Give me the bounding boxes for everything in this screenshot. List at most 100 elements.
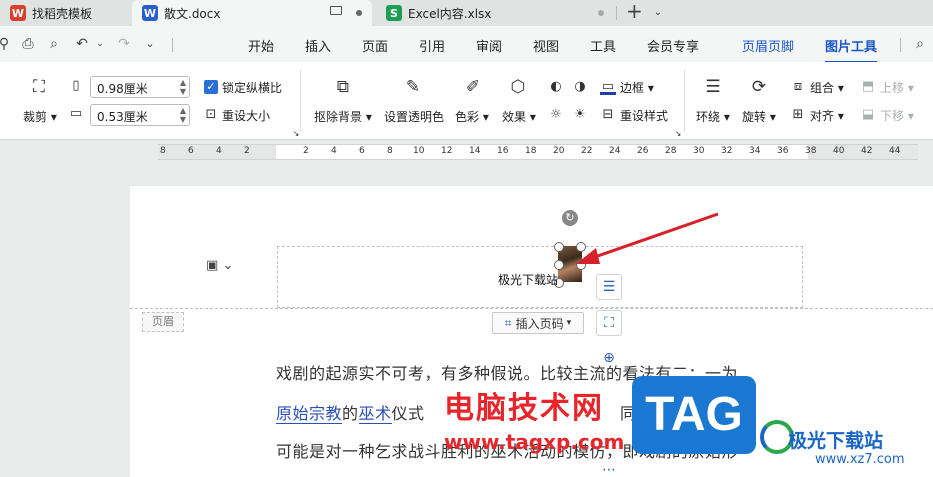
rotate-button[interactable]: 旋转 ▾ (742, 108, 776, 125)
tab-sanwen-docx[interactable]: W 散文.docx (132, 0, 372, 26)
wrap-button[interactable]: 环绕 ▾ (696, 108, 730, 125)
watermark-jiguang-url: www.xz7.com (815, 452, 905, 467)
stepper-arrows-icon[interactable]: ▲ ▼ (180, 78, 186, 96)
align-icon[interactable]: ⊞ (790, 107, 806, 123)
menu-picture-tools[interactable]: 图片工具 (825, 36, 878, 63)
search-icon[interactable]: ⌕ (912, 36, 928, 52)
brightness-down-icon[interactable]: ☀ (572, 107, 588, 123)
set-transparent-button[interactable]: 设置透明色 (384, 108, 444, 125)
menu-divider (900, 38, 901, 52)
rotate-icon[interactable]: ⟳ (748, 76, 770, 98)
remove-background-button[interactable]: 抠除背景 ▾ (314, 108, 372, 125)
ribbon-divider (684, 70, 685, 132)
ruler-tick-label: 44 (889, 146, 901, 156)
tab-label: 散文.docx (164, 6, 221, 21)
undo-icon[interactable]: ↶ (74, 36, 90, 52)
header-layout-icon[interactable]: ▣ ⌄ (206, 258, 236, 276)
group-button[interactable]: 组合 ▾ (810, 79, 844, 96)
redo-icon[interactable]: ↷ (116, 36, 132, 52)
ribbon-picture-tools: ⛶ 裁剪 ▾ ▯ 0.98厘米 ▲ ▼ ▭ 0.53厘米 ▲ ▼ ✓ 锁定纵横比 ⊡ 重… (0, 62, 933, 140)
bring-forward-icon[interactable]: ⬒ (860, 79, 876, 95)
tab-excel-xlsx[interactable]: S Excel内容.xlsx (376, 0, 614, 26)
bring-forward-button[interactable]: 上移 ▾ (880, 79, 914, 96)
paragraph-line[interactable]: 原始宗教的巫术仪式 同源， (276, 400, 669, 424)
remove-background-icon[interactable]: ⧉ (332, 76, 354, 98)
ruler-tick-label: 26 (637, 146, 649, 156)
print-preview-icon[interactable]: ⌕ (46, 36, 62, 52)
group-icon[interactable]: ⧈ (790, 79, 806, 95)
effects-button[interactable]: 效果 ▾ (502, 108, 536, 125)
width-icon: ▯ (72, 78, 80, 93)
send-backward-button[interactable]: 下移 ▾ (880, 107, 914, 124)
border-button[interactable]: 边框 ▾ (620, 79, 654, 96)
reset-style-icon[interactable]: ⊟ (600, 107, 616, 123)
contrast-down-icon[interactable]: ◑ (572, 79, 588, 95)
color-button[interactable]: 色彩 ▾ (455, 108, 489, 125)
send-backward-icon[interactable]: ⬓ (860, 107, 876, 123)
share-icon[interactable]: ⚲ (0, 36, 12, 52)
size-dialog-launcher-icon[interactable]: ↘ (288, 126, 304, 142)
crop-button[interactable]: 裁剪 ▾ (23, 108, 57, 125)
stepper-arrows-icon[interactable]: ▲ ▼ (180, 106, 186, 124)
watermark-site-url: www.tagxp.com (444, 430, 625, 454)
tab-divider (616, 6, 617, 20)
lock-ratio-label: 锁定纵横比 (222, 81, 283, 95)
reset-style-button[interactable]: 重设样式 (620, 107, 668, 124)
tab-label: Excel内容.xlsx (408, 6, 492, 21)
width-input[interactable]: 0.98厘米 ▲ ▼ (90, 76, 190, 98)
watermark-jiguang-name: 极光下载站 (788, 430, 884, 452)
tab-templates[interactable]: W 找稻壳模板 (0, 0, 128, 26)
undo-dropdown-chevron-icon[interactable]: ⌄ (92, 36, 108, 52)
layout-options-icon[interactable]: ☰ (596, 274, 622, 300)
reset-size-icon[interactable]: ⊡ (203, 107, 219, 123)
menu-references[interactable]: 引用 (419, 36, 445, 55)
menu-home[interactable]: 开始 (248, 36, 274, 55)
ruler-tick-label: 2 (303, 146, 309, 156)
menu-insert[interactable]: 插入 (305, 36, 331, 55)
insert-page-number-button[interactable]: ⌗ 插入页码 ▾ (492, 312, 584, 334)
menu-page[interactable]: 页面 (362, 36, 388, 55)
hyperlink-primitive-religion[interactable]: 原始宗教 (276, 404, 343, 424)
word-doc-icon: W (142, 5, 158, 21)
text-wrap-icon[interactable]: ☰ (702, 76, 724, 98)
align-button[interactable]: 对齐 ▾ (810, 107, 844, 124)
page-number-icon: ⌗ (504, 315, 512, 330)
effects-cube-icon[interactable]: ⬡ (507, 76, 529, 98)
menu-review[interactable]: 审阅 (476, 36, 502, 55)
reset-size-button[interactable]: 重设大小 (222, 107, 270, 124)
horizontal-ruler[interactable]: 8 6 4 2 2 4 6 8 10 12 14 16 18 20 22 24 … (158, 144, 918, 160)
crop-icon[interactable]: ⛶ (28, 76, 50, 98)
resize-handle[interactable] (554, 242, 564, 252)
header-text[interactable]: 极光下载站 (498, 271, 558, 288)
height-icon: ▭ (69, 106, 83, 121)
unsaved-dot-icon[interactable] (356, 10, 362, 16)
ruler-tick-label: 4 (216, 146, 222, 156)
ruler-tick-label: 24 (609, 146, 621, 156)
menu-view[interactable]: 视图 (533, 36, 559, 55)
wps-logo-icon: W (10, 5, 26, 21)
lock-ratio-checkbox[interactable]: ✓ (204, 80, 218, 94)
height-input[interactable]: 0.53厘米 ▲ ▼ (90, 104, 190, 126)
watermark-tag-logo: TAG (632, 376, 756, 454)
eyedropper-icon[interactable]: ✎ (402, 76, 424, 98)
color-palette-icon[interactable]: ✐ (462, 76, 484, 98)
resize-handle[interactable] (554, 260, 564, 270)
tab-list-chevron-down-icon[interactable]: ⌄ (650, 5, 666, 21)
annotation-arrow (576, 212, 719, 264)
crop-float-icon[interactable]: ⛶ (596, 310, 622, 336)
ruler-tick-label: 28 (665, 146, 677, 156)
hyperlink-witchcraft[interactable]: 巫术 (358, 404, 392, 424)
ruler-tick-label: 36 (777, 146, 789, 156)
border-icon[interactable]: ▭ (600, 79, 616, 95)
more-chevron-down-icon[interactable]: ⌄ (142, 36, 158, 52)
menu-member[interactable]: 会员专享 (647, 36, 699, 55)
contrast-up-icon[interactable]: ◐ (548, 79, 564, 95)
brightness-up-icon[interactable]: ☼ (548, 107, 564, 123)
menu-header-footer[interactable]: 页眉页脚 (742, 36, 794, 55)
arrow-shaft (591, 212, 719, 260)
new-tab-plus-icon[interactable]: + (626, 1, 643, 21)
menu-tools[interactable]: 工具 (590, 36, 616, 55)
print-icon[interactable]: ⎙ (20, 36, 36, 52)
monitor-icon[interactable] (330, 6, 342, 15)
unsaved-dot-icon[interactable] (598, 10, 604, 16)
